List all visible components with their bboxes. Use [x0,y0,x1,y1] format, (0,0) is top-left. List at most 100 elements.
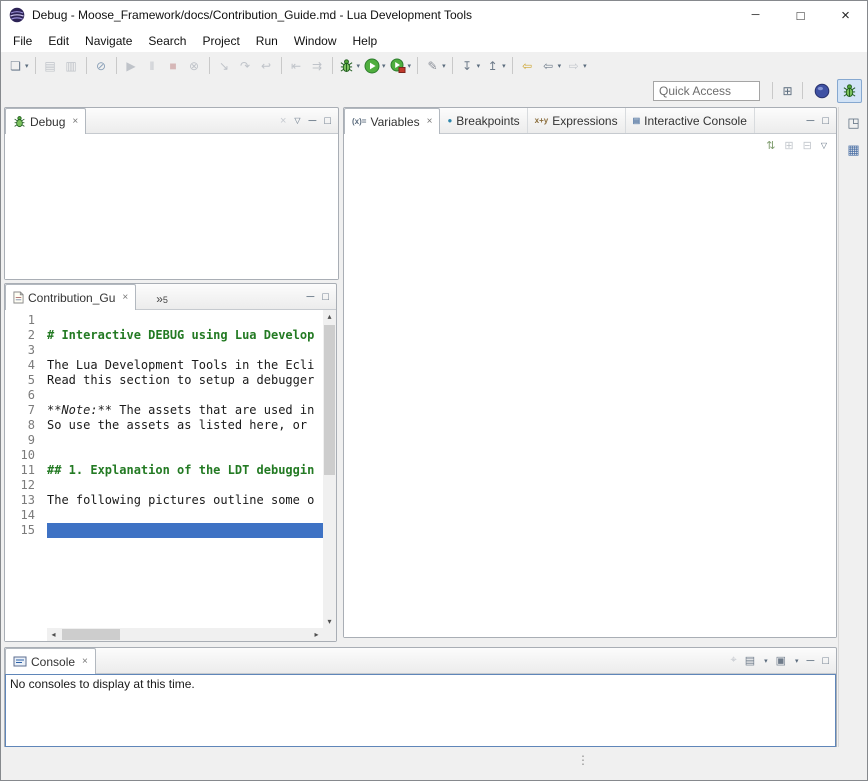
drop-to-frame-icon: ⇤ [288,58,305,74]
editor-line[interactable]: 7**Note:** The assets that are used in [5,403,323,418]
editor-line[interactable]: 4The Lua Development Tools in the Ecli [5,358,323,373]
editor-line[interactable]: 12 [5,478,323,493]
perspective-ldt-button[interactable] [809,79,835,103]
editor-line[interactable]: 6 [5,388,323,403]
open-console-icon[interactable]: ▣ [776,654,786,667]
tab-console[interactable]: Console × [5,648,96,674]
scroll-down-icon[interactable]: ▾ [323,615,336,628]
tab-breakpoints[interactable]: ●Breakpoints [440,108,527,133]
editor-line[interactable]: 1 [5,313,323,328]
maximize-window-button[interactable]: □ [778,0,823,30]
menu-run[interactable]: Run [248,31,286,51]
remove-all-terminated-icon[interactable]: × [280,115,286,127]
forward-button[interactable]: ⇨▾ [563,55,589,77]
close-icon[interactable]: × [122,292,128,303]
minimize-view-icon[interactable]: ─ [807,655,815,667]
view-menu-icon[interactable]: ▽ [294,116,300,125]
scroll-right-icon[interactable]: ▸ [310,628,323,641]
maximize-view-icon[interactable]: □ [822,115,829,127]
minimize-view-icon[interactable]: ─ [807,115,815,127]
restore-view-icon[interactable]: ◳ [843,112,865,134]
menu-search[interactable]: Search [140,31,194,51]
minimized-view-icon[interactable]: ▦ [843,139,865,161]
show-type-names-icon[interactable]: ⇅ [766,139,775,152]
scrollbar-thumb[interactable] [324,325,335,475]
skip-all-breakpoints-button[interactable]: ⊘ [91,55,112,77]
chevron-down-icon[interactable]: ▾ [764,657,768,665]
disconnect-button[interactable]: ⊗ [184,55,205,77]
open-perspective-button[interactable]: ⊞ [777,80,798,102]
tab-expressions[interactable]: x+yExpressions [528,108,626,133]
close-icon[interactable]: × [72,116,78,127]
editor-line[interactable]: 8So use the assets as listed here, or [5,418,323,433]
tab-variables[interactable]: (x)=Variables× [344,108,440,134]
collapse-all-icon[interactable]: ⊟ [803,139,812,152]
perspective-debug-button[interactable] [837,79,862,103]
previous-annotation-button[interactable]: ↥▾ [482,55,508,77]
mark-occurrences-button[interactable]: ✎▾ [422,55,448,77]
terminate-button[interactable]: ■ [163,55,184,77]
tab-contribution-guide[interactable]: Contribution_Gu × [5,284,136,310]
editor-line[interactable]: 15 [5,523,323,538]
maximize-view-icon[interactable]: □ [822,655,829,667]
step-over-button[interactable]: ↷ [235,55,256,77]
ldt-perspective-icon [814,83,830,99]
quick-access-box[interactable]: Quick Access [653,81,760,101]
tab-interactive-console[interactable]: ▤Interactive Console [626,108,755,133]
line-text [47,313,323,328]
menu-project[interactable]: Project [194,31,247,51]
pin-console-icon[interactable]: ⌖ [731,654,737,667]
step-return-button[interactable]: ↩ [256,55,277,77]
save-all-button[interactable]: ▥ [61,55,82,77]
editor-line[interactable]: 13The following pictures outline some o [5,493,323,508]
back-button[interactable]: ⇦▾ [538,55,564,77]
display-selected-console-icon[interactable]: ▤ [745,654,755,667]
external-tools-button[interactable]: ▾ [388,55,414,77]
minimize-window-button[interactable]: ─ [733,0,778,30]
editor-line[interactable]: 3 [5,343,323,358]
debug-button[interactable]: ▾ [337,55,363,77]
minimize-view-icon[interactable]: ─ [309,115,317,127]
maximize-view-icon[interactable]: □ [324,115,331,127]
editor-line[interactable]: 9 [5,433,323,448]
scroll-left-icon[interactable]: ◂ [47,628,60,641]
menu-edit[interactable]: Edit [40,31,77,51]
suspend-button[interactable]: ‖ [142,55,163,77]
editor-line[interactable]: 14 [5,508,323,523]
horizontal-scrollbar[interactable]: ◂ ▸ [47,628,323,641]
scroll-up-icon[interactable]: ▴ [323,310,336,323]
tab-debug[interactable]: Debug × [5,108,86,134]
menu-navigate[interactable]: Navigate [77,31,140,51]
scrollbar-thumb[interactable] [62,629,120,640]
close-icon[interactable]: × [427,116,433,127]
step-into-button[interactable]: ↘ [214,55,235,77]
save-button[interactable]: ▤ [40,55,61,77]
line-text [47,448,323,463]
minimize-view-icon[interactable]: ─ [307,291,315,303]
run-button[interactable]: ▾ [362,55,388,77]
editor-line[interactable]: 11## 1. Explanation of the LDT debuggin [5,463,323,478]
close-icon[interactable]: × [82,656,88,667]
maximize-view-icon[interactable]: □ [322,291,329,303]
chevron-down-icon[interactable]: ▾ [795,657,799,665]
next-annotation-button[interactable]: ↧▾ [457,55,483,77]
use-step-filters-button[interactable]: ⇉ [307,55,328,77]
menu-help[interactable]: Help [345,31,386,51]
editor-tab-overflow[interactable]: » 5 [152,284,172,309]
menu-file[interactable]: File [5,31,40,51]
editor-line[interactable]: 5Read this section to setup a debugger [5,373,323,388]
toolbar-separator [35,57,36,74]
last-edit-location-button[interactable]: ⇦ [517,55,538,77]
close-window-button[interactable]: × [823,0,868,30]
drop-to-frame-button[interactable]: ⇤ [286,55,307,77]
toolbar-separator [209,57,210,74]
menu-window[interactable]: Window [286,31,345,51]
view-menu-icon[interactable]: ▽ [821,141,827,150]
resume-button[interactable]: ▶ [121,55,142,77]
vertical-scrollbar[interactable]: ▴ ▾ [323,310,336,628]
new-button[interactable]: ❏▾ [5,55,31,77]
drag-grip-icon[interactable]: ⋮ [577,753,589,767]
show-logical-structures-icon[interactable]: ⊞ [784,139,793,152]
editor-line[interactable]: 10 [5,448,323,463]
editor-line[interactable]: 2# Interactive DEBUG using Lua Develop [5,328,323,343]
